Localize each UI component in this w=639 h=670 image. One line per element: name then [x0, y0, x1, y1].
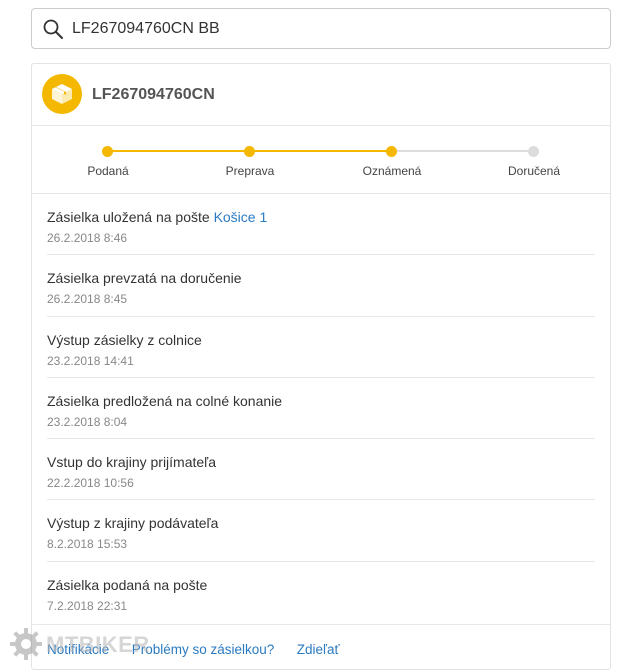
event-time: 23.2.2018 8:04: [47, 414, 128, 429]
progress-tracker: Podaná Preprava Oznámená Doručená: [32, 126, 610, 194]
search-icon: [43, 19, 63, 39]
shipment-card: LF267094760CN Podaná Preprava Oznámená D…: [31, 63, 611, 670]
event-time: 26.2.2018 8:45: [47, 292, 128, 307]
event-title: Zásielka predložená na colné konanie: [47, 392, 283, 409]
event-title: Zásielka prevzatá na doručenie: [47, 270, 242, 287]
event-time: 26.2.2018 8:46: [47, 231, 128, 245]
event-item: Výstup z krajiny podávateľa 8.2.2018 15:…: [47, 500, 595, 562]
share-link[interactable]: Zdieľať: [297, 642, 340, 657]
step-dot: [528, 146, 539, 157]
tracking-number: LF267094760CN: [92, 86, 215, 103]
step-label: Podaná: [87, 164, 129, 178]
event-item: Zásielka prevzatá na doručenie 26.2.2018…: [47, 255, 595, 317]
event-item: Zásielka predložená na colné konanie 23.…: [47, 378, 595, 440]
event-title: Zásielka podaná na pošte: [47, 576, 208, 593]
event-title: Výstup z krajiny podávateľa: [47, 515, 219, 532]
watermark-text: MTBIKER: [46, 632, 150, 657]
step-podana: Podaná: [38, 126, 178, 194]
step-oznamena: Oznámená: [322, 126, 462, 194]
event-list: Zásielka uložená na pošte Košice 1 26.2.…: [32, 194, 610, 623]
step-dot: [102, 146, 113, 157]
event-time: 8.2.2018 15:53: [47, 537, 128, 552]
search-input[interactable]: [72, 9, 592, 48]
event-title: Zásielka uložená na pošte Košice 1: [47, 209, 595, 225]
event-title: Výstup zásielky z colnice: [47, 331, 202, 348]
shipment-header: LF267094760CN: [32, 64, 610, 126]
event-title-text: Zásielka uložená na pošte: [47, 209, 210, 225]
step-label: Preprava: [225, 164, 275, 178]
step-preprava: Preprava: [180, 126, 320, 194]
gear-icon: [10, 628, 42, 660]
post-office-link[interactable]: Košice 1: [214, 209, 268, 225]
event-item: Výstup zásielky z colnice 23.2.2018 14:4…: [47, 317, 595, 378]
problems-link[interactable]: Problémy so zásielkou?: [132, 642, 275, 657]
search-box[interactable]: [31, 8, 611, 49]
event-title: Vstup do krajiny prijímateľa: [47, 454, 217, 471]
package-icon: [42, 74, 82, 114]
step-label: Oznámená: [362, 164, 422, 178]
step-label: Doručená: [507, 164, 561, 178]
event-time: 22.2.2018 10:56: [47, 476, 134, 491]
step-dot: [386, 146, 397, 157]
event-item: Vstup do krajiny prijímateľa 22.2.2018 1…: [47, 439, 595, 501]
step-dorucena: Doručená: [464, 126, 604, 194]
event-item: Zásielka podaná na pošte 7.2.2018 22:31: [47, 562, 595, 623]
event-item: Zásielka uložená na pošte Košice 1 26.2.…: [47, 194, 595, 256]
event-time: 23.2.2018 14:41: [47, 353, 134, 368]
event-time: 7.2.2018 22:31: [47, 598, 128, 613]
step-dot: [244, 146, 255, 157]
